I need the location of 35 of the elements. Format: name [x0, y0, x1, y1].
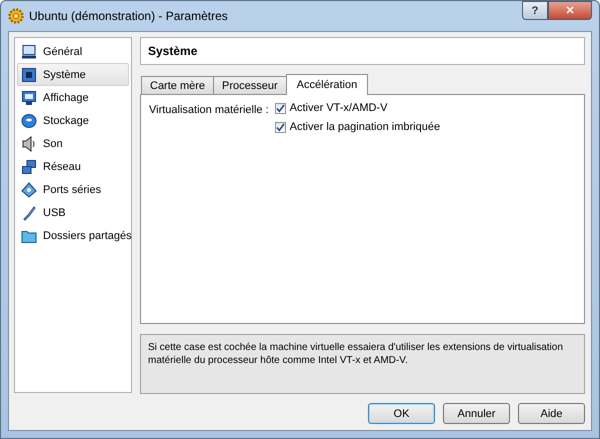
- sidebar-item[interactable]: Système: [17, 63, 129, 86]
- sidebar-item[interactable]: Son: [17, 132, 129, 155]
- speaker-icon: [21, 136, 37, 152]
- chip-icon: [21, 66, 37, 82]
- checkmark-icon: [276, 104, 285, 112]
- gear-icon: [8, 8, 24, 24]
- dialog-button[interactable]: Annuler: [443, 403, 510, 424]
- sidebar-item[interactable]: Affichage: [17, 86, 129, 109]
- sidebar-item[interactable]: Général: [17, 40, 129, 63]
- checkbox-option[interactable]: Activer la pagination imbriquée: [274, 121, 440, 133]
- sidebar-item[interactable]: Dossiers partagés: [17, 224, 129, 247]
- tab[interactable]: Carte mère: [141, 76, 214, 94]
- sidebar-item[interactable]: USB: [17, 201, 129, 224]
- sidebar-item[interactable]: Réseau: [17, 155, 129, 178]
- sidebar-item[interactable]: Stockage: [17, 109, 129, 132]
- monitor-icon: [21, 44, 37, 60]
- port-icon: [21, 182, 37, 198]
- checkbox-option[interactable]: Activer VT-x/AMD-V: [274, 102, 440, 114]
- tab[interactable]: Accélération: [286, 74, 368, 95]
- help-button[interactable]: ?: [522, 1, 548, 20]
- window-title: Ubuntu (démonstration) - Paramètres: [29, 9, 229, 23]
- checkbox[interactable]: [274, 102, 286, 114]
- sidebar-item[interactable]: Ports séries: [17, 178, 129, 201]
- tab[interactable]: Processeur: [213, 76, 287, 94]
- usb-plug-icon: [21, 204, 37, 220]
- display-icon: [21, 90, 37, 106]
- page-title: Système: [140, 37, 585, 65]
- checkbox[interactable]: [274, 122, 286, 132]
- description-text: Si cette case est cochée la machine virtuelle essaiera d'utiliser les extensions de virtualisation matérielle du processeur hôte comme Intel VT-x et AMD-V.: [140, 334, 585, 394]
- dialog-button[interactable]: OK: [368, 403, 435, 424]
- network-icon: [21, 158, 37, 174]
- dialog-button[interactable]: Aide: [518, 403, 585, 424]
- virtualization-label: Virtualisation matérielle :: [149, 103, 269, 118]
- checkmark-icon: [276, 122, 285, 132]
- disk-icon: [21, 112, 37, 128]
